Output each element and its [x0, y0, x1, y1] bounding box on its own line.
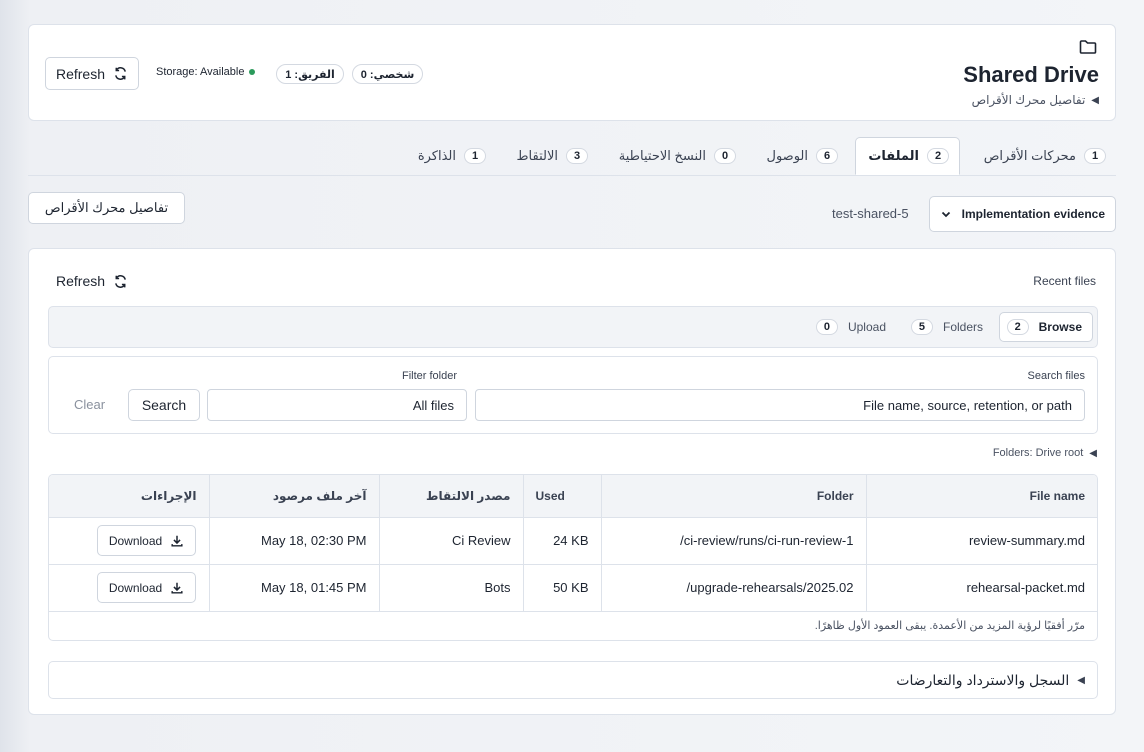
- files-table: الإجراءات آخر ملف مرصود مصدر الالتقاط Us…: [48, 474, 1098, 641]
- main-tabs: 1 محركات الأقراص 2 الملفات 6 الوصول 0 ال…: [28, 137, 1116, 176]
- col-file-name: File name: [866, 475, 1097, 518]
- file-filters: Search files Filter folder Search Clear: [48, 356, 1098, 434]
- capture-source-cell: Bots: [379, 564, 524, 612]
- actions-cell: Download: [49, 564, 210, 612]
- search-files-label: Search files: [1027, 370, 1085, 382]
- filter-folder-label: Filter folder: [402, 370, 458, 382]
- search-button-label: Search: [141, 397, 187, 413]
- storage-status: Storage: Available: [156, 66, 256, 78]
- drive-details-button[interactable]: تفاصيل محرك الأقراص: [28, 192, 185, 224]
- tab-label: الوصول: [766, 148, 809, 163]
- download-button[interactable]: Download: [97, 525, 196, 556]
- table-row: Download May 18, 02:30 PM Ci Review 24 K…: [49, 517, 1097, 565]
- files-refresh-button[interactable]: Refresh: [56, 273, 128, 289]
- actions-cell: Download: [49, 517, 210, 565]
- header-refresh-button[interactable]: Refresh: [45, 57, 139, 90]
- subtab-browse[interactable]: Browse 2: [999, 312, 1093, 342]
- recent-files-title: Recent files: [1033, 274, 1096, 288]
- page-title: Shared Drive: [963, 62, 1099, 87]
- tab-drives[interactable]: 1 محركات الأقراص: [974, 137, 1116, 175]
- col-folder: Folder: [601, 475, 867, 518]
- tab-label: الذاكرة: [417, 148, 456, 163]
- file-name-cell[interactable]: review-summary.md: [866, 517, 1097, 565]
- folder-icon: [1079, 40, 1097, 54]
- col-last-seen: آخر ملف مرصود: [209, 475, 380, 518]
- tab-label: محركات الأقراص: [983, 148, 1076, 163]
- tab-label: الالتقاط: [516, 148, 558, 163]
- download-icon: [171, 535, 183, 547]
- clear-button[interactable]: Clear: [74, 397, 105, 412]
- tab-capture[interactable]: 3 الالتقاط: [507, 137, 598, 175]
- caret-left-icon: ◀: [1091, 94, 1099, 106]
- files-refresh-label: Refresh: [56, 273, 106, 289]
- subtab-label: Folders: [942, 320, 983, 334]
- drive-header-card: Refresh Storage: Available الفريق: 1 شخص…: [28, 24, 1116, 121]
- status-dot-icon: [249, 69, 256, 75]
- recent-files-card: Recent files Refresh Browse 2 Folders 5 …: [28, 248, 1116, 715]
- subtab-count: 5: [910, 319, 933, 335]
- last-seen-cell: May 18, 01:45 PM: [209, 564, 380, 612]
- used-cell: 24 KB: [523, 517, 602, 565]
- table-row: Download May 18, 01:45 PM Bots 50 KB /up…: [49, 564, 1097, 612]
- storage-label: Storage: Available: [156, 66, 245, 78]
- log-recovery-section-label: السجل والاسترداد والتعارضات: [896, 671, 1070, 688]
- subtab-count: 2: [1006, 319, 1029, 335]
- chevron-down-icon: [941, 211, 951, 218]
- folders-breadcrumb-label: Folders: Drive root: [992, 447, 1084, 459]
- caret-left-icon: ◀: [1077, 674, 1085, 686]
- tab-label: النسخ الاحتياطية: [618, 148, 706, 163]
- subtab-label: Browse: [1038, 320, 1082, 334]
- personal-count-pill: شخصي: 0: [352, 64, 423, 84]
- download-label: Download: [108, 580, 163, 595]
- evidence-select[interactable]: Implementation evidence: [929, 196, 1116, 232]
- drive-details-toggle[interactable]: ◀ تفاصيل محرك الأقراص: [972, 93, 1099, 107]
- file-name-cell[interactable]: rehearsal-packet.md: [866, 564, 1097, 612]
- subtab-count: 0: [815, 319, 838, 335]
- col-actions: الإجراءات: [49, 475, 210, 518]
- tab-count: 2: [927, 148, 949, 164]
- subtab-label: Upload: [847, 320, 886, 334]
- tab-backups[interactable]: 0 النسخ الاحتياطية: [609, 137, 746, 175]
- download-icon: [171, 582, 183, 594]
- tab-access[interactable]: 6 الوصول: [757, 137, 849, 175]
- drive-details-button-label: تفاصيل محرك الأقراص: [44, 200, 169, 215]
- refresh-icon: [115, 274, 126, 288]
- folder-cell: /ci-review/runs/ci-run-review-1: [601, 517, 867, 565]
- drive-details-subtitle: تفاصيل محرك الأقراص: [971, 93, 1086, 107]
- tab-count: 1: [1084, 148, 1106, 164]
- folder-cell: /upgrade-rehearsals/2025.02: [601, 564, 867, 612]
- log-recovery-section-toggle[interactable]: ◀ السجل والاسترداد والتعارضات: [48, 661, 1098, 699]
- folders-breadcrumb[interactable]: ◀ Folders: Drive root: [993, 447, 1097, 459]
- col-capture-source: مصدر الالتقاط: [379, 475, 524, 518]
- caret-left-icon: ◀: [1089, 447, 1097, 459]
- subtab-folders[interactable]: Folders 5: [901, 312, 993, 342]
- files-subtabs: Browse 2 Folders 5 Upload 0: [48, 306, 1098, 348]
- tab-count: 1: [464, 148, 486, 164]
- drive-name: test-shared-5: [832, 206, 909, 221]
- col-used: Used: [523, 475, 602, 518]
- personal-count-label: شخصي: 0: [360, 68, 415, 81]
- table-header-row: الإجراءات آخر ملف مرصود مصدر الالتقاط Us…: [49, 475, 1097, 518]
- header-refresh-label: Refresh: [55, 65, 106, 82]
- tab-count: 0: [714, 148, 736, 164]
- last-seen-cell: May 18, 02:30 PM: [209, 517, 380, 565]
- download-button[interactable]: Download: [97, 572, 196, 603]
- scroll-hint: مرّر أفقيًا لرؤية المزيد من الأعمدة. يبق…: [814, 620, 1085, 632]
- capture-source-cell: Ci Review: [379, 517, 524, 565]
- subtab-upload[interactable]: Upload 0: [806, 312, 896, 342]
- search-input[interactable]: [475, 389, 1085, 421]
- refresh-icon: [115, 67, 126, 80]
- tab-label: الملفات: [868, 148, 919, 163]
- download-label: Download: [108, 533, 163, 548]
- tab-memory[interactable]: 1 الذاكرة: [408, 137, 496, 175]
- team-count-label: الفريق: 1: [285, 68, 335, 81]
- team-count-pill: الفريق: 1: [276, 64, 344, 84]
- tab-files[interactable]: 2 الملفات: [855, 137, 960, 175]
- evidence-select-value: Implementation evidence: [961, 207, 1105, 221]
- used-cell: 50 KB: [523, 564, 602, 612]
- tab-count: 6: [816, 148, 838, 164]
- filter-folder-select[interactable]: [207, 389, 467, 421]
- tab-count: 3: [566, 148, 588, 164]
- search-button[interactable]: Search: [128, 389, 200, 421]
